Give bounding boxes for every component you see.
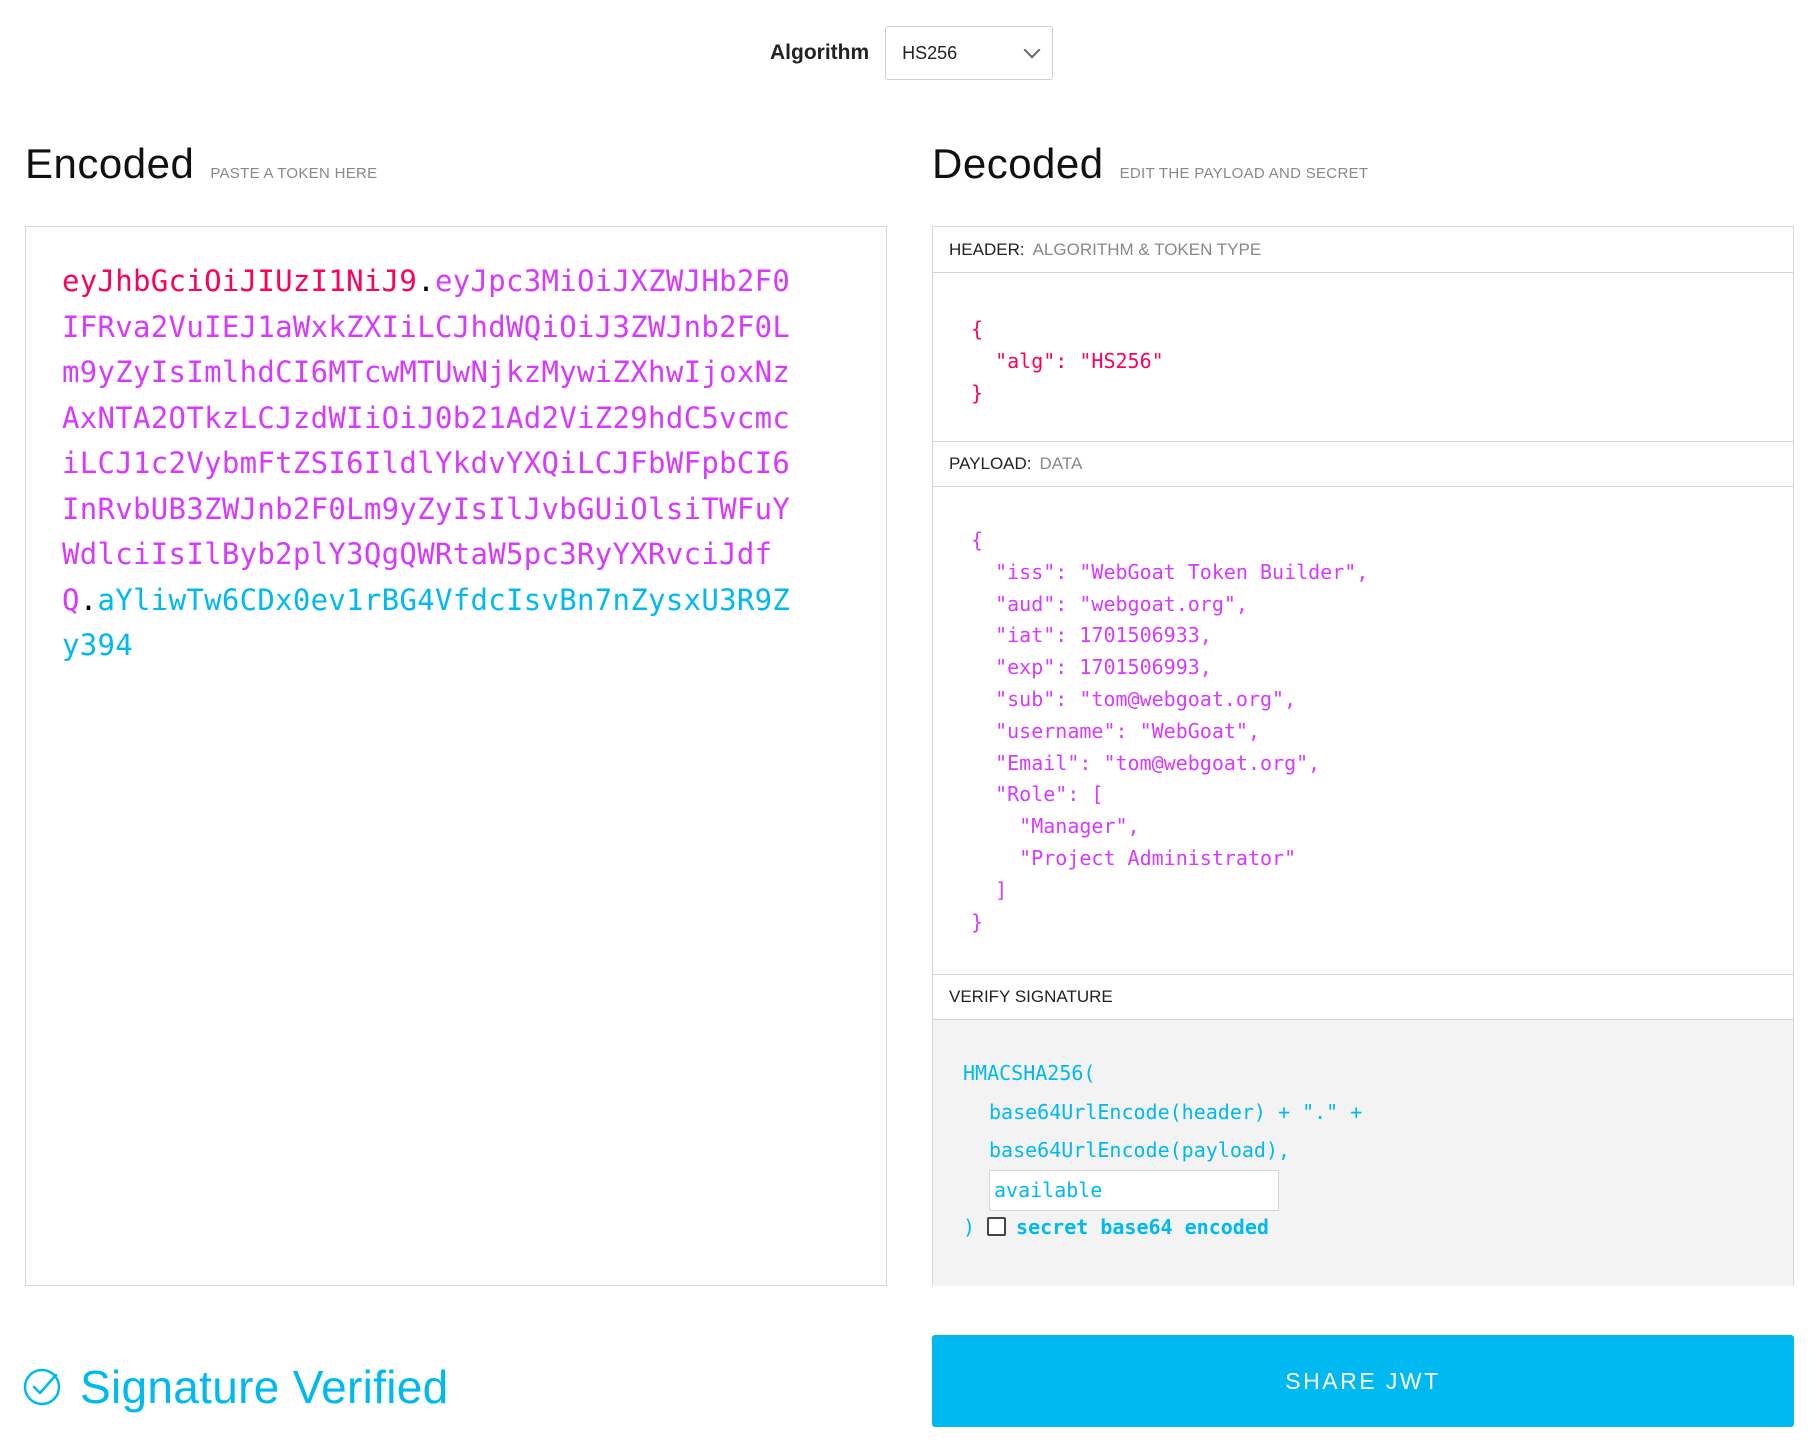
payload-section-label: PAYLOAD:: [949, 454, 1032, 473]
algorithm-selected-value: HS256: [902, 42, 958, 63]
verify-fn-close: ): [963, 1214, 976, 1239]
payload-section-bar: PAYLOAD: DATA: [933, 441, 1793, 487]
verify-fn-open: HMACSHA256(: [963, 1061, 1096, 1085]
payload-section-sublabel: DATA: [1039, 454, 1083, 473]
share-jwt-button[interactable]: SHARE JWT: [932, 1335, 1794, 1427]
token-header-part: eyJhbGciOiJIUzI1NiJ9: [62, 264, 418, 298]
decoded-panel: HEADER: ALGORITHM & TOKEN TYPE { "alg": …: [932, 226, 1794, 1286]
verify-section-bar: VERIFY SIGNATURE: [933, 974, 1793, 1020]
header-section-sublabel: ALGORITHM & TOKEN TYPE: [1032, 239, 1262, 259]
verify-signature-body: HMACSHA256( base64UrlEncode(header) + ".…: [933, 1020, 1793, 1286]
encoded-title: Encoded: [25, 140, 195, 187]
verify-payload-line: base64UrlEncode(payload),: [989, 1138, 1291, 1162]
token-dot-separator: .: [79, 582, 98, 617]
encoded-token-text[interactable]: eyJhbGciOiJIUzI1NiJ9.eyJpc3MiOiJXZWJHb2F…: [62, 259, 802, 669]
decoded-title: Decoded: [932, 140, 1104, 187]
verify-close-row: ) secret base64 encoded: [963, 1215, 1763, 1239]
decoded-heading: Decoded EDIT THE PAYLOAD AND SECRET: [932, 140, 1368, 188]
header-json-editor[interactable]: { "alg": "HS256" }: [933, 273, 1793, 441]
token-dot-separator: .: [417, 264, 435, 298]
chevron-down-icon: [1023, 41, 1041, 59]
algorithm-select[interactable]: HS256: [885, 26, 1054, 80]
header-section-label: HEADER:: [949, 239, 1025, 259]
encoded-subtitle: PASTE A TOKEN HERE: [210, 165, 378, 182]
verify-header-line: base64UrlEncode(header) + "." +: [989, 1099, 1363, 1124]
payload-json-editor[interactable]: { "iss": "WebGoat Token Builder", "aud":…: [933, 487, 1793, 974]
verify-section-label: VERIFY SIGNATURE: [949, 987, 1113, 1006]
signature-status: Signature Verified: [22, 1360, 449, 1414]
signature-status-text: Signature Verified: [80, 1361, 449, 1413]
header-section-bar: HEADER: ALGORITHM & TOKEN TYPE: [933, 227, 1793, 273]
decoded-subtitle: EDIT THE PAYLOAD AND SECRET: [1119, 165, 1369, 182]
check-circle-icon: [23, 1368, 61, 1406]
algorithm-label: Algorithm: [770, 41, 870, 64]
secret-base64-checkbox[interactable]: [987, 1217, 1007, 1236]
secret-input[interactable]: [989, 1169, 1279, 1211]
encoded-token-editor[interactable]: eyJhbGciOiJIUzI1NiJ9.eyJpc3MiOiJXZWJHb2F…: [25, 226, 887, 1286]
token-signature-part: aYliwTw6CDx0ev1rBG4VfdcIsvBn7nZysxU3R9Zy…: [62, 582, 791, 663]
algorithm-selector-row: Algorithm HS256: [770, 25, 1054, 81]
secret-base64-label[interactable]: secret base64 encoded: [1016, 1215, 1269, 1239]
encoded-heading: Encoded PASTE A TOKEN HERE: [25, 140, 377, 188]
token-payload-part: eyJpc3MiOiJXZWJHb2F0IFRva2VuIEJ1aWxkZXIi…: [62, 264, 791, 617]
